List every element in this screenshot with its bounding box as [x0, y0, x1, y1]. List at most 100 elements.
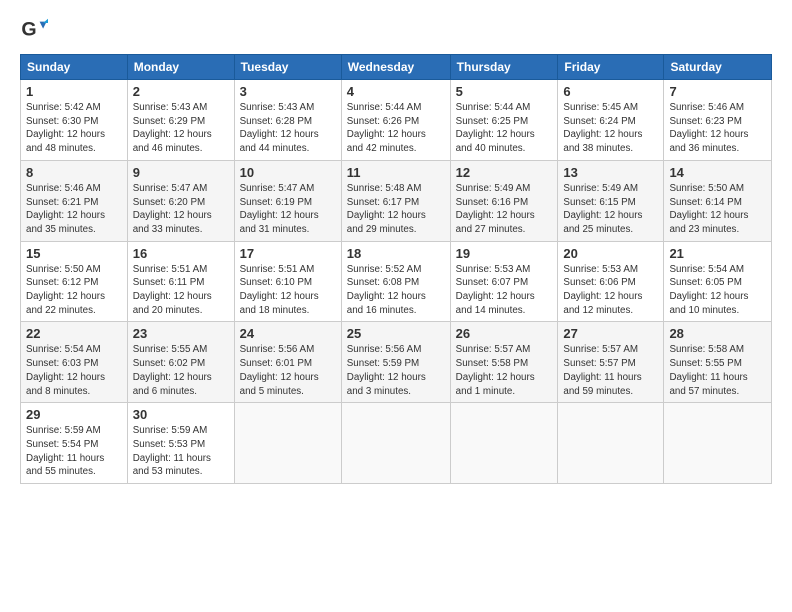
day-info: Sunrise: 5:44 AM Sunset: 6:25 PM Dayligh… — [456, 101, 553, 156]
day-number: 23 — [133, 326, 229, 341]
day-number: 28 — [669, 326, 766, 341]
day-info: Sunrise: 5:49 AM Sunset: 6:15 PM Dayligh… — [563, 182, 658, 237]
day-number: 4 — [347, 84, 445, 99]
col-saturday: Saturday — [664, 55, 772, 80]
day-number: 11 — [347, 165, 445, 180]
day-number: 19 — [456, 246, 553, 261]
calendar-cell — [664, 403, 772, 484]
day-info: Sunrise: 5:51 AM Sunset: 6:10 PM Dayligh… — [240, 263, 336, 318]
day-info: Sunrise: 5:50 AM Sunset: 6:14 PM Dayligh… — [669, 182, 766, 237]
day-number: 21 — [669, 246, 766, 261]
day-info: Sunrise: 5:54 AM Sunset: 6:05 PM Dayligh… — [669, 263, 766, 318]
calendar-cell: 16 Sunrise: 5:51 AM Sunset: 6:11 PM Dayli… — [127, 241, 234, 322]
calendar-cell: 5 Sunrise: 5:44 AM Sunset: 6:25 PM Daylig… — [450, 80, 558, 161]
day-info: Sunrise: 5:55 AM Sunset: 6:02 PM Dayligh… — [133, 343, 229, 398]
calendar-cell — [341, 403, 450, 484]
svg-text:G: G — [21, 19, 36, 41]
col-monday: Monday — [127, 55, 234, 80]
calendar-cell: 3 Sunrise: 5:43 AM Sunset: 6:28 PM Daylig… — [234, 80, 341, 161]
day-number: 14 — [669, 165, 766, 180]
day-number: 9 — [133, 165, 229, 180]
day-number: 22 — [26, 326, 122, 341]
day-info: Sunrise: 5:52 AM Sunset: 6:08 PM Dayligh… — [347, 263, 445, 318]
day-info: Sunrise: 5:43 AM Sunset: 6:28 PM Dayligh… — [240, 101, 336, 156]
calendar-cell: 28 Sunrise: 5:58 AM Sunset: 5:55 PM Dayli… — [664, 322, 772, 403]
day-number: 18 — [347, 246, 445, 261]
calendar-cell: 29 Sunrise: 5:59 AM Sunset: 5:54 PM Dayli… — [21, 403, 128, 484]
day-info: Sunrise: 5:59 AM Sunset: 5:53 PM Dayligh… — [133, 424, 229, 479]
col-sunday: Sunday — [21, 55, 128, 80]
day-number: 30 — [133, 407, 229, 422]
calendar-cell: 11 Sunrise: 5:48 AM Sunset: 6:17 PM Dayli… — [341, 160, 450, 241]
day-number: 1 — [26, 84, 122, 99]
day-info: Sunrise: 5:53 AM Sunset: 6:07 PM Dayligh… — [456, 263, 553, 318]
day-info: Sunrise: 5:57 AM Sunset: 5:58 PM Dayligh… — [456, 343, 553, 398]
day-info: Sunrise: 5:57 AM Sunset: 5:57 PM Dayligh… — [563, 343, 658, 398]
day-number: 16 — [133, 246, 229, 261]
day-info: Sunrise: 5:58 AM Sunset: 5:55 PM Dayligh… — [669, 343, 766, 398]
day-number: 25 — [347, 326, 445, 341]
calendar-cell: 10Sunrise: 5:47 AM Sunset: 6:19 PM Dayli… — [234, 160, 341, 241]
calendar-cell: 6 Sunrise: 5:45 AM Sunset: 6:24 PM Daylig… — [558, 80, 664, 161]
day-number: 5 — [456, 84, 553, 99]
day-number: 24 — [240, 326, 336, 341]
col-tuesday: Tuesday — [234, 55, 341, 80]
calendar-cell — [558, 403, 664, 484]
day-number: 8 — [26, 165, 122, 180]
calendar-cell: 2 Sunrise: 5:43 AM Sunset: 6:29 PM Daylig… — [127, 80, 234, 161]
calendar-cell: 4 Sunrise: 5:44 AM Sunset: 6:26 PM Daylig… — [341, 80, 450, 161]
calendar-cell: 7 Sunrise: 5:46 AM Sunset: 6:23 PM Daylig… — [664, 80, 772, 161]
calendar-cell: 1 Sunrise: 5:42 AM Sunset: 6:30 PM Daylig… — [21, 80, 128, 161]
day-info: Sunrise: 5:50 AM Sunset: 6:12 PM Dayligh… — [26, 263, 122, 318]
calendar-cell: 18 Sunrise: 5:52 AM Sunset: 6:08 PM Dayli… — [341, 241, 450, 322]
calendar-cell: 17 Sunrise: 5:51 AM Sunset: 6:10 PM Dayli… — [234, 241, 341, 322]
day-info: Sunrise: 5:44 AM Sunset: 6:26 PM Dayligh… — [347, 101, 445, 156]
day-info: Sunrise: 5:48 AM Sunset: 6:17 PM Dayligh… — [347, 182, 445, 237]
day-info: Sunrise: 5:49 AM Sunset: 6:16 PM Dayligh… — [456, 182, 553, 237]
calendar-cell: 24 Sunrise: 5:56 AM Sunset: 6:01 PM Dayli… — [234, 322, 341, 403]
day-number: 27 — [563, 326, 658, 341]
calendar-cell — [450, 403, 558, 484]
day-info: Sunrise: 5:47 AM Sunset: 6:20 PM Dayligh… — [133, 182, 229, 237]
calendar-cell: 9 Sunrise: 5:47 AM Sunset: 6:20 PM Daylig… — [127, 160, 234, 241]
day-info: Sunrise: 5:51 AM Sunset: 6:11 PM Dayligh… — [133, 263, 229, 318]
day-info: Sunrise: 5:46 AM Sunset: 6:21 PM Dayligh… — [26, 182, 122, 237]
day-info: Sunrise: 5:46 AM Sunset: 6:23 PM Dayligh… — [669, 101, 766, 156]
calendar-cell: 8 Sunrise: 5:46 AM Sunset: 6:21 PM Daylig… — [21, 160, 128, 241]
day-info: Sunrise: 5:53 AM Sunset: 6:06 PM Dayligh… — [563, 263, 658, 318]
day-info: Sunrise: 5:54 AM Sunset: 6:03 PM Dayligh… — [26, 343, 122, 398]
day-number: 15 — [26, 246, 122, 261]
logo: G — [20, 16, 52, 44]
day-number: 2 — [133, 84, 229, 99]
calendar-cell: 19 Sunrise: 5:53 AM Sunset: 6:07 PM Dayli… — [450, 241, 558, 322]
day-info: Sunrise: 5:45 AM Sunset: 6:24 PM Dayligh… — [563, 101, 658, 156]
day-info: Sunrise: 5:43 AM Sunset: 6:29 PM Dayligh… — [133, 101, 229, 156]
logo-icon: G — [20, 16, 48, 44]
day-info: Sunrise: 5:56 AM Sunset: 5:59 PM Dayligh… — [347, 343, 445, 398]
day-number: 13 — [563, 165, 658, 180]
calendar-cell — [234, 403, 341, 484]
calendar-header-row: Sunday Monday Tuesday Wednesday Thursday… — [21, 55, 772, 80]
day-number: 6 — [563, 84, 658, 99]
calendar-cell: 20 Sunrise: 5:53 AM Sunset: 6:06 PM Dayli… — [558, 241, 664, 322]
calendar-cell: 12 Sunrise: 5:49 AM Sunset: 6:16 PM Dayli… — [450, 160, 558, 241]
day-number: 12 — [456, 165, 553, 180]
calendar-cell: 21 Sunrise: 5:54 AM Sunset: 6:05 PM Dayli… — [664, 241, 772, 322]
day-number: 20 — [563, 246, 658, 261]
col-friday: Friday — [558, 55, 664, 80]
day-number: 29 — [26, 407, 122, 422]
day-number: 17 — [240, 246, 336, 261]
calendar-table: Sunday Monday Tuesday Wednesday Thursday… — [20, 54, 772, 484]
day-info: Sunrise: 5:59 AM Sunset: 5:54 PM Dayligh… — [26, 424, 122, 479]
day-number: 26 — [456, 326, 553, 341]
day-info: Sunrise: 5:42 AM Sunset: 6:30 PM Dayligh… — [26, 101, 122, 156]
calendar-cell: 27 Sunrise: 5:57 AM Sunset: 5:57 PM Dayli… — [558, 322, 664, 403]
day-info: Sunrise: 5:56 AM Sunset: 6:01 PM Dayligh… — [240, 343, 336, 398]
day-number: 3 — [240, 84, 336, 99]
calendar-cell: 22 Sunrise: 5:54 AM Sunset: 6:03 PM Dayli… — [21, 322, 128, 403]
calendar-cell: 30 Sunrise: 5:59 AM Sunset: 5:53 PM Dayli… — [127, 403, 234, 484]
calendar-cell: 25 Sunrise: 5:56 AM Sunset: 5:59 PM Dayli… — [341, 322, 450, 403]
col-thursday: Thursday — [450, 55, 558, 80]
calendar-cell: 23 Sunrise: 5:55 AM Sunset: 6:02 PM Dayli… — [127, 322, 234, 403]
day-number: 7 — [669, 84, 766, 99]
